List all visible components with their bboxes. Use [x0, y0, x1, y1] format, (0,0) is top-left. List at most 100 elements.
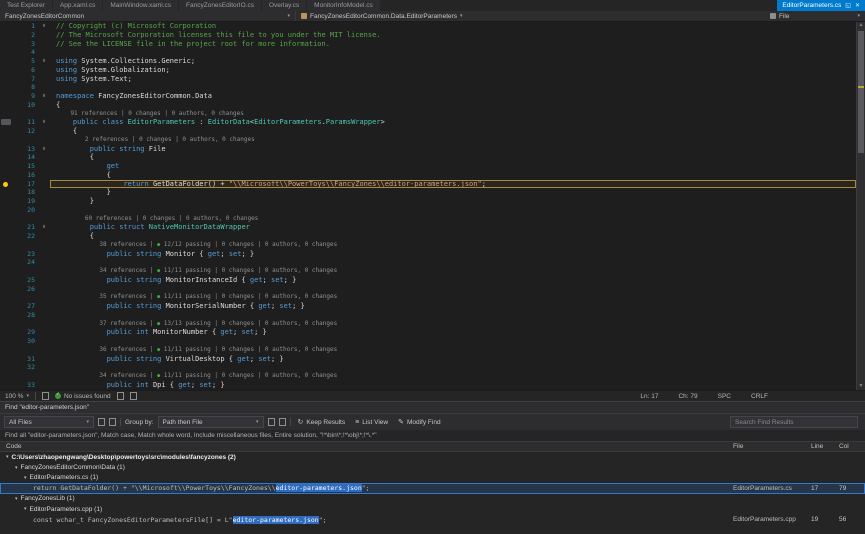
type-dropdown[interactable]: FancyZonesEditorCommon.Data.EditorParame…: [296, 11, 468, 21]
modify-find-button[interactable]: ✎ Modify Find: [395, 418, 443, 426]
line-ending-indicator[interactable]: CRLF: [751, 393, 768, 400]
code-line: 26: [0, 285, 856, 294]
expand-triangle-icon[interactable]: ▾: [15, 496, 18, 502]
codelens-row[interactable]: 91 references | 0 changes | 0 authors, 0…: [0, 110, 856, 119]
codelens-row[interactable]: 35 references | ● 11/11 passing | 0 chan…: [0, 293, 856, 302]
codelens-row[interactable]: 2 references | 0 changes | 0 authors, 0 …: [0, 136, 856, 145]
scrollbar-thumb[interactable]: [858, 31, 864, 153]
search-find-results-input[interactable]: [730, 416, 858, 428]
find-results-title[interactable]: Find "editor-parameters.json": [0, 402, 865, 413]
codelens-text: 36 references | ● 11/11 passing | 0 chan…: [50, 346, 856, 355]
editor-tab[interactable]: Test Explorer: [0, 0, 52, 11]
code-line: 7using System.Text;: [0, 75, 856, 84]
project-name: FancyZonesEditorCommon: [5, 13, 84, 20]
glyph-margin: [0, 267, 14, 276]
codelens-row[interactable]: 36 references | ● 11/11 passing | 0 chan…: [0, 346, 856, 355]
scope-dropdown[interactable]: All Files ▾: [4, 416, 94, 428]
zoom-control[interactable]: 100 % ▾: [5, 393, 29, 400]
spaces-indicator[interactable]: SPC: [718, 393, 731, 400]
fold-margin: [38, 171, 50, 180]
column-header-line[interactable]: Line: [811, 443, 839, 450]
expand-triangle-icon[interactable]: ▾: [24, 475, 27, 481]
expand-triangle-icon[interactable]: ▾: [24, 506, 27, 512]
column-header-file[interactable]: File: [733, 443, 811, 450]
editor-tab[interactable]: MainWindow.xaml.cs: [103, 0, 178, 11]
keep-open-icon[interactable]: ◱: [845, 2, 851, 9]
whitespace-toggle-icon[interactable]: [117, 392, 124, 400]
editor-tab[interactable]: Overlay.cs: [262, 0, 306, 11]
result-line: 19: [811, 516, 839, 523]
fold-chevron-icon[interactable]: ∨: [38, 22, 50, 31]
find-result-row[interactable]: const wchar_t FancyZonesEditorParameters…: [0, 514, 865, 524]
codelens-row[interactable]: 37 references | ● 13/13 passing | 0 chan…: [0, 320, 856, 329]
code-text: using System.Globalization;: [50, 66, 856, 75]
editor-tab[interactable]: MonitorInfoModel.cs: [307, 0, 380, 11]
margin-badge[interactable]: [0, 118, 14, 127]
fold-chevron-icon[interactable]: ∨: [38, 118, 50, 127]
active-tab-label: EditorParameters.cs: [782, 2, 841, 9]
group-label: EditorParameters.cpp (1): [30, 506, 103, 513]
fold-chevron-icon[interactable]: ∨: [38, 57, 50, 66]
fold-margin: [38, 197, 50, 206]
outline-toggle-icon[interactable]: [130, 392, 137, 400]
active-tab[interactable]: EditorParameters.cs ◱ ✕: [777, 0, 865, 11]
fold-chevron-icon[interactable]: ∨: [38, 145, 50, 154]
expand-triangle-icon[interactable]: ▾: [15, 465, 18, 471]
project-dropdown[interactable]: FancyZonesEditorCommon ▾: [0, 11, 296, 21]
line-number: 26: [14, 285, 38, 294]
codelens-row[interactable]: 34 references | ● 11/11 passing | 0 chan…: [0, 372, 856, 381]
fold-margin: [38, 206, 50, 215]
scroll-down-icon[interactable]: ▼: [857, 383, 865, 390]
find-result-row[interactable]: return GetDataFolder() + "\\Microsoft\\P…: [0, 483, 865, 493]
glyph-margin: [0, 171, 14, 180]
group-label: C:\Users\zhaopengwang\Desktop\powertoys\…: [12, 454, 236, 461]
line-number: 30: [14, 337, 38, 346]
code-editor[interactable]: 1∨// Copyright (c) Microsoft Corporation…: [0, 22, 865, 390]
lightbulb-icon[interactable]: [0, 180, 14, 189]
column-indicator[interactable]: Ch: 79: [678, 393, 697, 400]
expand-triangle-icon[interactable]: ▾: [6, 454, 9, 460]
editor-tab[interactable]: FancyZonesEditorIO.cs: [179, 0, 261, 11]
keep-results-button[interactable]: ↻ Keep Results: [295, 418, 349, 426]
list-view-button[interactable]: ≡ List View: [352, 419, 391, 426]
codelens-row[interactable]: 60 references | 0 changes | 0 authors, 0…: [0, 215, 856, 224]
scroll-up-icon[interactable]: ▲: [857, 22, 865, 29]
group-by-dropdown[interactable]: Path then File ▾: [158, 416, 264, 428]
clear-results-icon[interactable]: [98, 418, 105, 426]
codelens-text: 38 references | ● 12/12 passing | 0 chan…: [50, 241, 856, 250]
copy-results-icon[interactable]: [109, 418, 116, 426]
find-group-row[interactable]: ▾C:\Users\zhaopengwang\Desktop\powertoys…: [0, 452, 865, 462]
code-line: 5∨using System.Collections.Generic;: [0, 57, 856, 66]
find-group-row[interactable]: ▾EditorParameters.cs (1): [0, 473, 865, 483]
fold-margin: [38, 302, 50, 311]
member-dropdown[interactable]: File ▾: [765, 11, 865, 21]
code-line: 13∨ public string File: [0, 145, 856, 154]
line-number: 31: [14, 355, 38, 364]
codelens-row[interactable]: 38 references | ● 12/12 passing | 0 chan…: [0, 241, 856, 250]
vertical-scrollbar[interactable]: ▲ ▼: [856, 22, 865, 390]
line-indicator[interactable]: Ln: 17: [640, 393, 658, 400]
health-indicator[interactable]: No issues found: [55, 393, 111, 400]
code-text: {: [50, 232, 856, 241]
fold-margin: [38, 75, 50, 84]
code-text: public struct NativeMonitorDataWrapper: [50, 223, 856, 232]
fold-chevron-icon[interactable]: ∨: [38, 92, 50, 101]
code-text: using System.Collections.Generic;: [50, 57, 856, 66]
fold-chevron-icon[interactable]: ∨: [38, 223, 50, 232]
pencil-icon: ✎: [398, 418, 404, 426]
close-icon[interactable]: ✕: [855, 2, 860, 9]
line-number: [14, 267, 38, 276]
find-group-row[interactable]: ▾FancyZonesLib (1): [0, 494, 865, 504]
find-group-row[interactable]: ▾FancyZonesEditorCommon\Data (1): [0, 462, 865, 472]
find-group-row[interactable]: ▾EditorParameters.cpp (1): [0, 504, 865, 514]
line-number: 23: [14, 250, 38, 259]
expand-all-icon[interactable]: [268, 418, 275, 426]
code-rows: 1∨// Copyright (c) Microsoft Corporation…: [0, 22, 856, 390]
document-health-icon[interactable]: [42, 392, 49, 400]
column-header-col[interactable]: Col: [839, 443, 865, 450]
codelens-row[interactable]: 34 references | ● 11/11 passing | 0 chan…: [0, 267, 856, 276]
result-code-cell: return GetDataFolder() + "\\Microsoft\\P…: [0, 484, 733, 492]
collapse-all-icon[interactable]: [279, 418, 286, 426]
column-header-code[interactable]: Code: [0, 443, 733, 450]
editor-tab[interactable]: App.xaml.cs: [53, 0, 102, 11]
